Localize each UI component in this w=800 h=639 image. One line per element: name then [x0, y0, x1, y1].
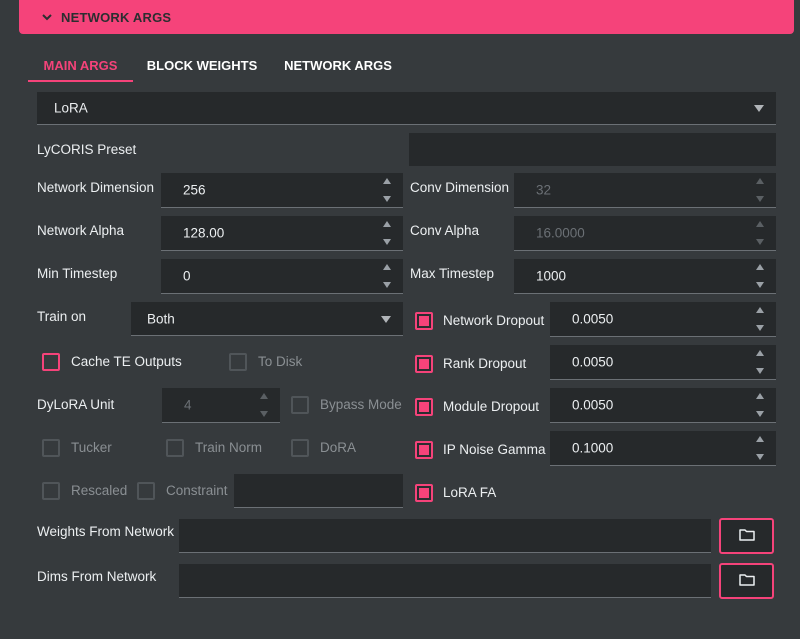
lycoris-preset-label: LyCORIS Preset: [37, 142, 137, 157]
min-timestep-input[interactable]: 0: [161, 259, 403, 294]
dylora-unit-spinner[interactable]: [260, 388, 270, 422]
constraint-label: Constraint: [166, 483, 228, 498]
ip-noise-gamma-input[interactable]: 0.1000: [550, 431, 776, 466]
train-on-label: Train on: [37, 309, 87, 324]
lycoris-preset-select[interactable]: [409, 133, 776, 166]
network-type-select[interactable]: LoRA: [37, 92, 776, 125]
rank-dropout-input[interactable]: 0.0050: [550, 345, 776, 380]
dylora-unit-label: DyLoRA Unit: [37, 397, 115, 412]
max-timestep-spinner[interactable]: [756, 259, 766, 293]
rescaled-label: Rescaled: [71, 483, 128, 498]
rank-dropout-value: 0.0050: [572, 354, 614, 370]
dims-from-network-label: Dims From Network: [37, 569, 157, 584]
lora-fa-label: LoRA FA: [443, 485, 497, 500]
dylora-unit-input[interactable]: 4: [162, 388, 280, 423]
max-timestep-value: 1000: [536, 268, 567, 284]
tab-network-args[interactable]: NETWORK ARGS: [278, 52, 398, 80]
network-dropout-spinner[interactable]: [756, 302, 766, 336]
module-dropout-input[interactable]: 0.0050: [550, 388, 776, 423]
conv-dimension-value: 32: [536, 182, 552, 198]
dora-label: DoRA: [320, 440, 357, 455]
weights-from-network-label: Weights From Network: [37, 524, 175, 539]
constraint-checkbox[interactable]: [137, 482, 155, 500]
tucker-checkbox[interactable]: [42, 439, 60, 457]
ip-noise-gamma-value: 0.1000: [572, 440, 614, 456]
module-dropout-value: 0.0050: [572, 397, 614, 413]
network-alpha-value: 128.00: [183, 225, 225, 241]
cache-te-outputs-checkbox[interactable]: [42, 353, 60, 371]
network-alpha-input[interactable]: 128.00: [161, 216, 403, 251]
conv-alpha-label: Conv Alpha: [410, 223, 480, 238]
module-dropout-label: Module Dropout: [443, 399, 540, 414]
network-type-value: LoRA: [54, 100, 88, 116]
train-on-select[interactable]: Both: [131, 302, 403, 336]
section-title: NETWORK ARGS: [61, 9, 172, 25]
network-dropout-value: 0.0050: [572, 311, 614, 327]
to-disk-checkbox[interactable]: [229, 353, 247, 371]
conv-dimension-label: Conv Dimension: [410, 180, 510, 195]
conv-alpha-spinner[interactable]: [756, 216, 766, 250]
rank-dropout-spinner[interactable]: [756, 345, 766, 379]
bypass-mode-label: Bypass Mode: [320, 397, 402, 412]
conv-dimension-input[interactable]: 32: [514, 173, 776, 208]
tab-main-args[interactable]: MAIN ARGS: [28, 52, 133, 82]
module-dropout-spinner[interactable]: [756, 388, 766, 422]
chevron-down-icon: [41, 11, 53, 23]
cache-te-outputs-label: Cache TE Outputs: [71, 354, 182, 369]
folder-icon: [738, 528, 755, 544]
min-timestep-spinner[interactable]: [383, 259, 393, 293]
section-header[interactable]: NETWORK ARGS: [19, 0, 794, 34]
lora-fa-checkbox[interactable]: [415, 484, 433, 502]
bypass-mode-checkbox[interactable]: [291, 396, 309, 414]
conv-alpha-input[interactable]: 16.0000: [514, 216, 776, 251]
network-dimension-value: 256: [183, 182, 206, 198]
min-timestep-label: Min Timestep: [37, 266, 118, 281]
network-dropout-label: Network Dropout: [443, 313, 545, 328]
network-alpha-label: Network Alpha: [37, 223, 125, 238]
dims-folder-button[interactable]: [719, 563, 774, 599]
constraint-input[interactable]: [234, 474, 403, 508]
ip-noise-gamma-checkbox[interactable]: [415, 441, 433, 459]
dims-from-network-input[interactable]: [179, 564, 711, 598]
network-dimension-label: Network Dimension: [37, 180, 155, 195]
dropdown-arrow-icon: [754, 105, 764, 112]
dylora-unit-value: 4: [184, 397, 192, 413]
network-dimension-input[interactable]: 256: [161, 173, 403, 208]
ip-noise-gamma-spinner[interactable]: [756, 431, 766, 465]
weights-folder-button[interactable]: [719, 518, 774, 554]
dropdown-arrow-icon: [381, 315, 391, 323]
ip-noise-gamma-label: IP Noise Gamma: [443, 442, 546, 457]
network-dimension-spinner[interactable]: [383, 173, 393, 207]
conv-alpha-value: 16.0000: [536, 225, 585, 241]
conv-dimension-spinner[interactable]: [756, 173, 766, 207]
to-disk-label: To Disk: [258, 354, 303, 369]
train-norm-label: Train Norm: [195, 440, 263, 455]
train-on-value: Both: [147, 311, 175, 326]
max-timestep-input[interactable]: 1000: [514, 259, 776, 294]
network-dropout-checkbox[interactable]: [415, 312, 433, 330]
tucker-label: Tucker: [71, 440, 112, 455]
max-timestep-label: Max Timestep: [410, 266, 495, 281]
rescaled-checkbox[interactable]: [42, 482, 60, 500]
rank-dropout-label: Rank Dropout: [443, 356, 527, 371]
rank-dropout-checkbox[interactable]: [415, 355, 433, 373]
train-norm-checkbox[interactable]: [166, 439, 184, 457]
module-dropout-checkbox[interactable]: [415, 398, 433, 416]
dora-checkbox[interactable]: [291, 439, 309, 457]
folder-icon: [738, 573, 755, 589]
network-alpha-spinner[interactable]: [383, 216, 393, 250]
min-timestep-value: 0: [183, 268, 191, 284]
tab-block-weights[interactable]: BLOCK WEIGHTS: [142, 52, 262, 80]
weights-from-network-input[interactable]: [179, 519, 711, 553]
network-dropout-input[interactable]: 0.0050: [550, 302, 776, 337]
